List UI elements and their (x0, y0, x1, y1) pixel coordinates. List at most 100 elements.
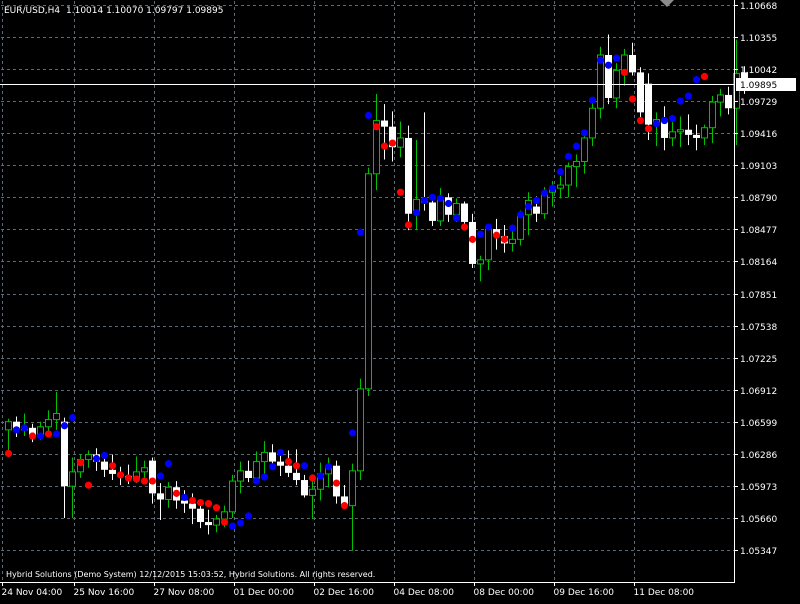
indicator-dot-blue (476, 230, 485, 238)
current-price-text: 1.09895 (740, 81, 777, 91)
ohlc-quote: 1.10014 1.10070 1.09797 1.09895 (66, 6, 223, 16)
candle-body-bull (565, 166, 572, 186)
indicator-dot-blue (276, 448, 285, 456)
indicator-dot-blue (100, 451, 109, 460)
y-tick-label: 1.09103 (740, 162, 777, 172)
indicator-dot-red (4, 449, 13, 458)
indicator-dot-blue (508, 224, 517, 232)
indicator-dot-blue (684, 92, 693, 100)
indicator-dot-blue (324, 463, 333, 471)
indicator-dot-blue (252, 477, 261, 485)
indicator-dot-blue (444, 199, 453, 208)
indicator-dot-red (372, 123, 381, 131)
indicator-dot-blue (588, 96, 597, 104)
candle-body-bear (61, 421, 68, 487)
candle-body-bull (141, 467, 148, 473)
candle-body-bear (381, 120, 388, 127)
candle-body-bull (349, 470, 356, 507)
indicator-dot-red (404, 221, 413, 229)
candle-body-bull (165, 486, 172, 501)
indicator-dot-blue (260, 473, 269, 481)
candle-body-bear (285, 465, 292, 473)
x-tick-label: 27 Nov 08:00 (154, 588, 215, 598)
y-tick-label: 1.05973 (740, 483, 777, 493)
indicator-dot-red (388, 139, 397, 147)
candle-body-bull (53, 412, 60, 421)
indicator-dot-blue (612, 54, 621, 62)
y-tick-label: 1.08477 (740, 226, 777, 236)
indicator-dot-blue (12, 426, 21, 434)
candle-body-bull (85, 453, 92, 461)
indicator-dot-blue (228, 522, 237, 530)
indicator-dot-red (644, 125, 653, 133)
indicator-dot-blue (652, 120, 661, 128)
y-tick-label: 1.06599 (740, 419, 777, 429)
chart-svg[interactable]: 1.10668 1.10355 1.10042 1.09729 1.09416 1.091… (0, 0, 800, 600)
y-tick-label: 1.08164 (740, 258, 777, 268)
y-tick-label: 1.06912 (740, 387, 777, 397)
symbol-timeframe: EUR/USD,H4 (4, 6, 60, 16)
y-tick-label: 1.10355 (740, 34, 777, 44)
candle-body-bear (685, 129, 692, 135)
indicator-dot-blue (604, 61, 613, 69)
indicator-dot-blue (236, 519, 245, 527)
indicator-dot-red (500, 235, 509, 243)
candle-body-bull (621, 54, 628, 71)
candle-body-bear (725, 94, 732, 109)
indicator-dot-red (700, 72, 709, 81)
indicator-dot-blue (484, 223, 493, 231)
indicator-dot-blue (68, 413, 77, 422)
candle-body-bear (605, 54, 612, 99)
candle-body-bull (45, 419, 52, 428)
candle-body-bull (365, 173, 372, 390)
indicator-dot-blue (60, 422, 69, 430)
candle-body-bear (301, 480, 308, 496)
candle-body-bear (629, 54, 636, 73)
indicator-dot-red (172, 489, 181, 497)
indicator-dot-blue (412, 209, 421, 217)
candle-body-bull (453, 202, 460, 216)
candle-body-bull (573, 161, 580, 168)
candle-body-bull (397, 137, 404, 148)
indicator-dot-blue (516, 211, 525, 219)
candle-body-bull (557, 184, 564, 189)
candle-body-bear (101, 461, 108, 470)
indicator-dot-blue (532, 196, 541, 205)
candle-body-bull (517, 214, 524, 240)
indicator-dot-blue (436, 194, 445, 202)
y-tick-label: 1.09416 (740, 130, 777, 140)
indicator-dot-red (396, 188, 405, 196)
indicator-dot-blue (524, 202, 533, 211)
x-tick-label: 04 Dec 08:00 (394, 588, 455, 598)
indicator-dot-red (76, 459, 85, 467)
candle-body-bear (637, 72, 644, 113)
candlestick-chart[interactable]: 1.10668 1.10355 1.10042 1.09729 1.09416 1.091… (0, 0, 800, 600)
candle-body-bull (237, 470, 244, 482)
indicator-dot-red (332, 479, 341, 487)
indicator-dot-blue (660, 116, 669, 125)
candle-body-bear (293, 472, 300, 481)
indicator-dot-blue (300, 462, 309, 470)
candle-body-bear (533, 206, 540, 214)
indicator-dot-blue (676, 97, 685, 105)
indicator-dot-blue (596, 56, 605, 64)
indicator-dot-red (28, 432, 37, 440)
y-tick-label: 1.10042 (740, 66, 777, 76)
indicator-dot-blue (548, 184, 557, 192)
candle-body-bear (645, 83, 652, 125)
candle-body-bear (149, 460, 156, 494)
y-tick-label: 1.05660 (740, 515, 777, 525)
indicator-dot-red (84, 481, 93, 489)
indicator-dot-red (468, 235, 477, 243)
indicator-dot-blue (52, 430, 61, 438)
indicator-dot-red (148, 477, 157, 485)
candle-body-bear (205, 522, 212, 526)
candle-body-bear (189, 503, 196, 509)
indicator-dot-red (460, 223, 469, 231)
candle-body-bull (581, 137, 588, 163)
indicator-dot-blue (180, 493, 189, 502)
current-price-label: 1.09895 (736, 78, 796, 91)
candle-body-bull (229, 480, 236, 513)
y-tick-label: 1.05347 (740, 547, 777, 557)
y-tick-label: 1.09729 (740, 98, 777, 108)
